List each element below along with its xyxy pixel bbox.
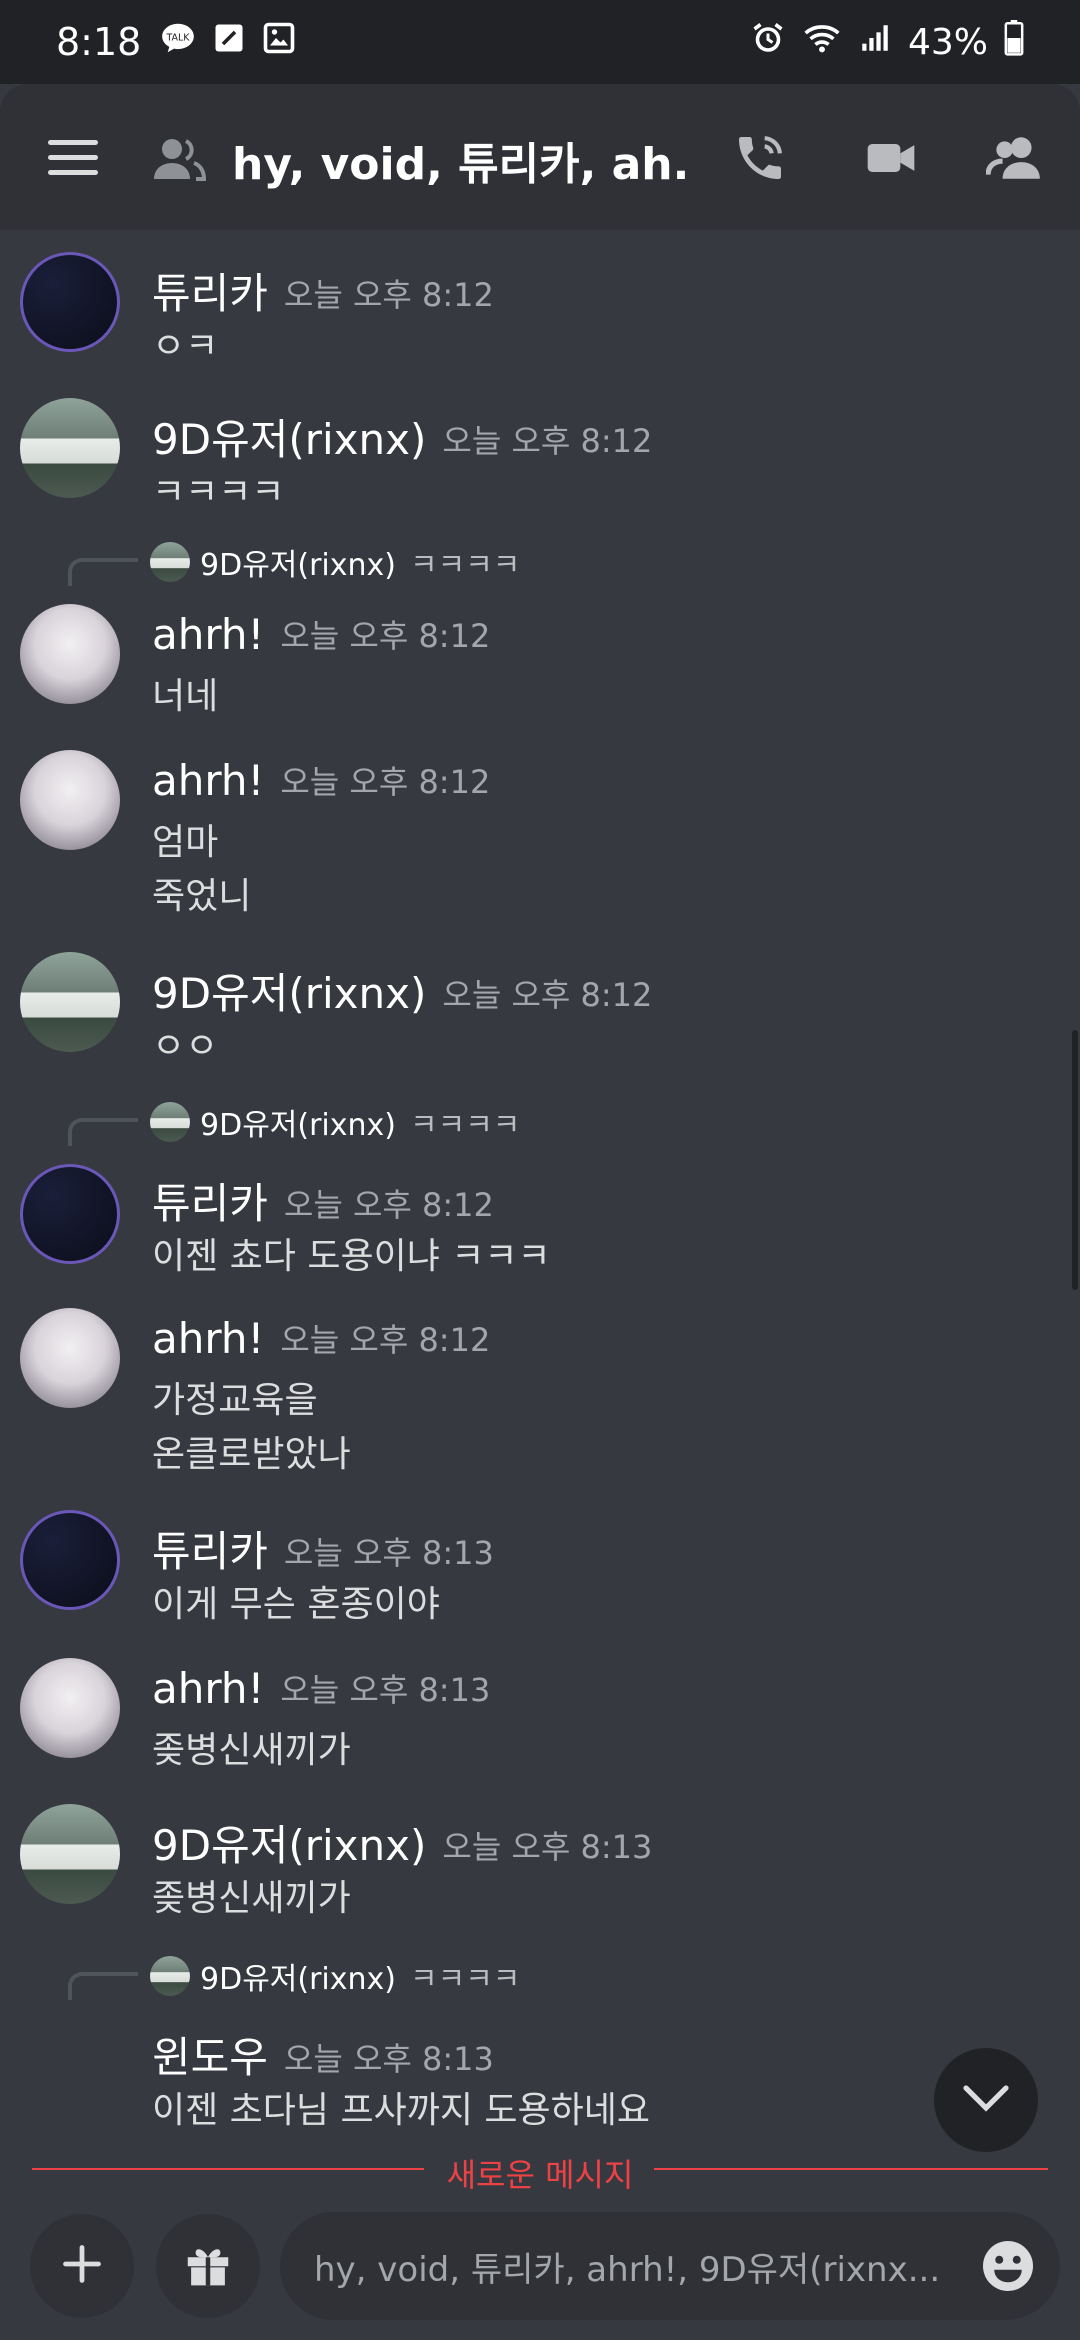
call-icon[interactable] (732, 130, 788, 190)
reply-connector (68, 558, 138, 586)
message-author[interactable]: 튜리카 (152, 269, 268, 318)
message-timestamp: 오늘 오후 8:12 (280, 763, 491, 801)
message-timestamp: 오늘 오후 8:12 (442, 976, 653, 1014)
note-icon (211, 20, 247, 65)
signal-icon (858, 21, 892, 64)
message-timestamp: 오늘 오후 8:12 (280, 1321, 491, 1359)
message-text: ㅇㅋ (152, 326, 219, 367)
message-input[interactable]: hy, void, 튜리카, ahrh!, 9D유저(rixnx... (280, 2212, 1060, 2320)
reply-avatar (150, 542, 190, 582)
group-icon (150, 134, 207, 188)
message-author[interactable]: 9D유저(rixnx) (152, 969, 426, 1018)
reply-text: ㅋㅋㅋㅋ (410, 1108, 521, 1143)
new-messages-label: 새로운 메시지 (446, 2156, 634, 2194)
reply-author: 9D유저(rixnx) (200, 1108, 396, 1143)
gift-button[interactable] (156, 2214, 260, 2318)
reply-text: ㅋㅋㅋㅋ (410, 548, 521, 583)
alarm-icon (750, 20, 786, 65)
plus-icon (60, 2242, 104, 2290)
message-timestamp: 오늘 오후 8:13 (442, 1828, 653, 1866)
avatar[interactable] (20, 398, 120, 498)
avatar[interactable] (20, 1308, 120, 1408)
message-author[interactable]: 윈도우 (152, 2033, 268, 2082)
channel-header: hy, void, 튜리카, ah... (0, 84, 1080, 230)
avatar[interactable] (20, 1804, 120, 1904)
message-author[interactable]: 9D유저(rixnx) (152, 415, 426, 464)
avatar[interactable] (20, 1658, 120, 1758)
avatar[interactable] (20, 750, 120, 850)
message-text: 엄마 죽었니 (152, 822, 252, 917)
message-text: 이게 무슨 혼종이야 (152, 1584, 440, 1625)
message-text: 이젠 쵸다 도용이냐 ㅋㅋㅋ (152, 1236, 551, 1277)
reply-avatar (150, 1102, 190, 1142)
message-timestamp: 오늘 오후 8:12 (280, 617, 491, 655)
members-icon[interactable] (985, 130, 1044, 190)
message-list[interactable]: 튜리카 오늘 오후 8:12 ㅇㅋ 9D유저(rixnx) 오늘 오후 8:12 ㅋ… (0, 230, 1080, 2150)
message-author[interactable]: ahrh! (152, 1664, 264, 1713)
message-author[interactable]: 튜리카 (152, 1527, 268, 1576)
message-text: 가정교육을 온클로받았나 (152, 1380, 351, 1475)
emoji-icon[interactable] (978, 2236, 1038, 2305)
avatar[interactable] (20, 952, 120, 1052)
battery-icon (1004, 19, 1024, 65)
status-bar: 8:18 TALK 43% (0, 0, 1080, 84)
message-text: 너네 (152, 676, 219, 717)
svg-text:TALK: TALK (166, 32, 191, 43)
message-text: 좆병신새끼가 (152, 1730, 351, 1771)
channel-title: hy, void, 튜리카, ah... (232, 139, 692, 190)
message-text: 좆병신새끼가 (152, 1878, 351, 1919)
attach-button[interactable] (30, 2214, 134, 2318)
message-timestamp: 오늘 오후 8:13 (280, 1671, 491, 1709)
reply-author: 9D유저(rixnx) (200, 548, 396, 583)
message-composer: hy, void, 튜리카, ahrh!, 9D유저(rixnx... (0, 2200, 1080, 2340)
message-text: ㅋㅋㅋㅋ (152, 472, 285, 513)
message-timestamp: 오늘 오후 8:13 (283, 1534, 494, 1572)
avatar[interactable] (20, 252, 120, 352)
reply-preview[interactable]: 9D유저(rixnx) ㅋㅋㅋㅋ (68, 542, 521, 586)
reply-preview[interactable]: 9D유저(rixnx) ㅋㅋㅋㅋ (68, 1102, 521, 1146)
reply-preview[interactable]: 9D유저(rixnx) ㅋㅋㅋㅋ (68, 1956, 521, 2000)
message-author[interactable]: ahrh! (152, 756, 264, 805)
wifi-icon (802, 20, 842, 65)
message-timestamp: 오늘 오후 8:13 (283, 2040, 494, 2078)
avatar[interactable] (20, 1510, 120, 1610)
jump-to-latest-button[interactable] (934, 2048, 1038, 2152)
message-text: ㅇㅇ (152, 1026, 219, 1067)
reply-connector (68, 1972, 138, 2000)
message-input-placeholder: hy, void, 튜리카, ahrh!, 9D유저(rixnx... (314, 2249, 941, 2290)
chevron-down-icon (962, 2083, 1010, 2117)
message-author[interactable]: ahrh! (152, 610, 264, 659)
avatar[interactable] (20, 1164, 120, 1264)
message-author[interactable]: 9D유저(rixnx) (152, 1821, 426, 1870)
menu-icon[interactable] (48, 140, 98, 176)
reply-connector (68, 1118, 138, 1146)
avatar[interactable] (20, 604, 120, 704)
message-author[interactable]: ahrh! (152, 1314, 264, 1363)
reply-author: 9D유저(rixnx) (200, 1962, 396, 1997)
message-timestamp: 오늘 오후 8:12 (283, 1186, 494, 1224)
reply-text: ㅋㅋㅋㅋ (410, 1962, 521, 1997)
message-timestamp: 오늘 오후 8:12 (283, 276, 494, 314)
gift-icon (181, 2237, 235, 2295)
message-text: 이젠 초다님 프사까지 도용하네요 (152, 2090, 651, 2131)
status-time: 8:18 (56, 20, 142, 64)
talk-icon: TALK (159, 19, 197, 66)
message-author[interactable]: 튜리카 (152, 1179, 268, 1228)
reply-avatar (150, 1956, 190, 1996)
video-icon[interactable] (862, 130, 920, 190)
image-icon (261, 20, 297, 65)
scrollbar[interactable] (1072, 1030, 1078, 1290)
message-timestamp: 오늘 오후 8:12 (442, 422, 653, 460)
battery-level: 43% (907, 21, 988, 63)
